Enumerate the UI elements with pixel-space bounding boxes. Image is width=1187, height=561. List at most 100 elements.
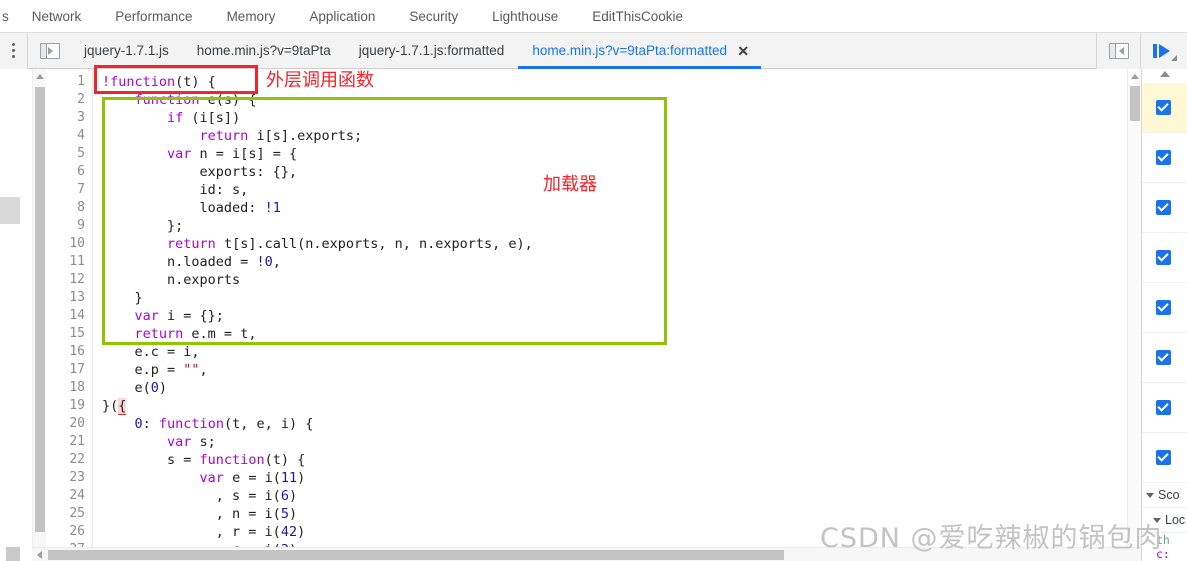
breakpoint-row[interactable]	[1142, 183, 1187, 233]
code-line[interactable]: n.exports	[102, 271, 240, 289]
show-navigator-button[interactable]	[1096, 33, 1140, 69]
code-line[interactable]: return i[s].exports;	[102, 127, 363, 145]
line-number[interactable]: 17	[47, 361, 85, 379]
breakpoint-row[interactable]	[1142, 283, 1187, 333]
line-number[interactable]: 22	[47, 451, 85, 469]
editor-vertical-scrollbar[interactable]	[1127, 69, 1141, 547]
panel-tab-security[interactable]: Security	[392, 0, 475, 33]
close-icon[interactable]: ✕	[737, 33, 749, 69]
code-line[interactable]: }({	[102, 397, 127, 415]
breakpoint-checkbox[interactable]	[1156, 450, 1171, 465]
panel-tab-lighthouse[interactable]: Lighthouse	[475, 0, 575, 33]
line-number[interactable]: 15	[47, 325, 85, 343]
line-number[interactable]: 13	[47, 289, 85, 307]
code-line[interactable]: , r = i(42)	[102, 523, 305, 541]
breakpoint-row[interactable]	[1142, 383, 1187, 433]
scroll-left-arrow-icon[interactable]	[37, 551, 42, 559]
line-number[interactable]: 7	[47, 181, 85, 199]
editor-horizontal-scrollbar[interactable]	[32, 547, 1141, 561]
file-tab-home-min[interactable]: home.min.js?v=9taPta	[183, 33, 345, 69]
breakpoint-checkbox[interactable]	[1156, 250, 1171, 265]
panel-tab-sources-partial[interactable]: s	[0, 0, 15, 33]
code-line[interactable]: return e.m = t,	[102, 325, 257, 343]
line-number[interactable]: 18	[47, 379, 85, 397]
line-number[interactable]: 1	[47, 73, 85, 91]
code-line[interactable]: var s;	[102, 433, 216, 451]
file-tab-jquery-formatted[interactable]: jquery-1.7.1.js:formatted	[345, 33, 519, 69]
breakpoint-checkbox[interactable]	[1156, 150, 1171, 165]
code-line[interactable]: }	[102, 289, 143, 307]
line-number[interactable]: 14	[47, 307, 85, 325]
scroll-up-arrow-icon[interactable]	[1160, 71, 1170, 77]
file-tab-home-min-formatted[interactable]: home.min.js?v=9taPta:formatted ✕	[518, 33, 761, 69]
line-number[interactable]: 4	[47, 127, 85, 145]
code-line[interactable]: function e(s) {	[102, 91, 257, 109]
sidebar-section-local[interactable]: Loc	[1142, 508, 1187, 533]
breakpoint-checkbox[interactable]	[1156, 100, 1171, 115]
navigator-vertical-scrollbar[interactable]	[32, 69, 46, 547]
more-options-icon[interactable]	[0, 32, 28, 69]
code-line[interactable]: n.loaded = !0,	[102, 253, 281, 271]
breakpoint-row[interactable]	[1142, 133, 1187, 183]
code-line[interactable]: loaded: !1	[102, 199, 281, 217]
breakpoint-row[interactable]	[1142, 233, 1187, 283]
line-number[interactable]: 6	[47, 163, 85, 181]
scope-property[interactable]: c:	[1142, 547, 1187, 561]
breakpoint-row[interactable]	[1142, 83, 1187, 133]
line-number[interactable]: 24	[47, 487, 85, 505]
breakpoint-checkbox[interactable]	[1156, 300, 1171, 315]
line-number[interactable]: 2	[47, 91, 85, 109]
scroll-up-arrow-icon[interactable]	[1131, 74, 1139, 79]
line-number[interactable]: 12	[47, 271, 85, 289]
code-line[interactable]: if (i[s])	[102, 109, 240, 127]
panel-tab-memory[interactable]: Memory	[210, 0, 293, 33]
toggle-navigator-panel-icon[interactable]	[40, 42, 60, 59]
code-line[interactable]: e.c = i,	[102, 343, 200, 361]
line-number[interactable]: 10	[47, 235, 85, 253]
line-number[interactable]: 20	[47, 415, 85, 433]
scope-property[interactable]: th	[1142, 533, 1187, 547]
panel-tab-application[interactable]: Application	[292, 0, 392, 33]
panel-tab-editthiscookie[interactable]: EditThisCookie	[575, 0, 700, 33]
line-number[interactable]: 5	[47, 145, 85, 163]
line-number[interactable]: 16	[47, 343, 85, 361]
scroll-up-arrow-icon[interactable]	[36, 74, 44, 79]
code-line[interactable]: e(0)	[102, 379, 168, 397]
line-number[interactable]: 21	[47, 433, 85, 451]
code-line[interactable]: !function(t) {	[102, 73, 216, 91]
breakpoint-checkbox[interactable]	[1156, 350, 1171, 365]
line-number[interactable]: 3	[47, 109, 85, 127]
code-line[interactable]: id: s,	[102, 181, 249, 199]
line-number[interactable]: 26	[47, 523, 85, 541]
code-line[interactable]: 0: function(t, e, i) {	[102, 415, 314, 433]
code-line[interactable]: exports: {},	[102, 163, 298, 181]
line-number[interactable]: 23	[47, 469, 85, 487]
code-line[interactable]: var i = {};	[102, 307, 224, 325]
sidebar-section-scope[interactable]: Sco	[1142, 483, 1187, 508]
breakpoint-checkbox[interactable]	[1156, 200, 1171, 215]
scrollbar-thumb[interactable]	[1130, 86, 1140, 121]
panel-tab-performance[interactable]: Performance	[98, 0, 209, 33]
line-number[interactable]: 9	[47, 217, 85, 235]
scrollbar-thumb[interactable]	[35, 87, 45, 532]
code-line[interactable]: , s = i(6)	[102, 487, 297, 505]
breakpoint-checkbox[interactable]	[1156, 400, 1171, 415]
line-number[interactable]: 19	[47, 397, 85, 415]
resume-script-execution-button[interactable]	[1140, 33, 1187, 69]
panel-tab-network[interactable]: Network	[15, 0, 99, 33]
line-number[interactable]: 11	[47, 253, 85, 271]
code-line[interactable]: return t[s].call(n.exports, n, n.exports…	[102, 235, 533, 253]
code-line[interactable]: };	[102, 217, 183, 235]
breakpoint-row[interactable]	[1142, 333, 1187, 383]
code-line[interactable]: var n = i[s] = {	[102, 145, 297, 163]
panel-resize-handle[interactable]	[0, 197, 20, 224]
scrollbar-thumb[interactable]	[48, 550, 784, 560]
code-line[interactable]: , n = i(5)	[102, 505, 297, 523]
line-number[interactable]: 8	[47, 199, 85, 217]
code-editor[interactable]: 1 2 3 4 5 6 7 8 9 10 11 12 13 14 15 16 17 18 19 20 21 22 23 24 2…	[46, 69, 1141, 547]
file-tab-jquery[interactable]: jquery-1.7.1.js	[70, 33, 183, 69]
code-line[interactable]: e.p = "",	[102, 361, 208, 379]
breakpoint-row[interactable]	[1142, 433, 1187, 483]
line-number[interactable]: 25	[47, 505, 85, 523]
code-content[interactable]: !function(t) { function e(s) { if (i[s])…	[94, 69, 1141, 547]
